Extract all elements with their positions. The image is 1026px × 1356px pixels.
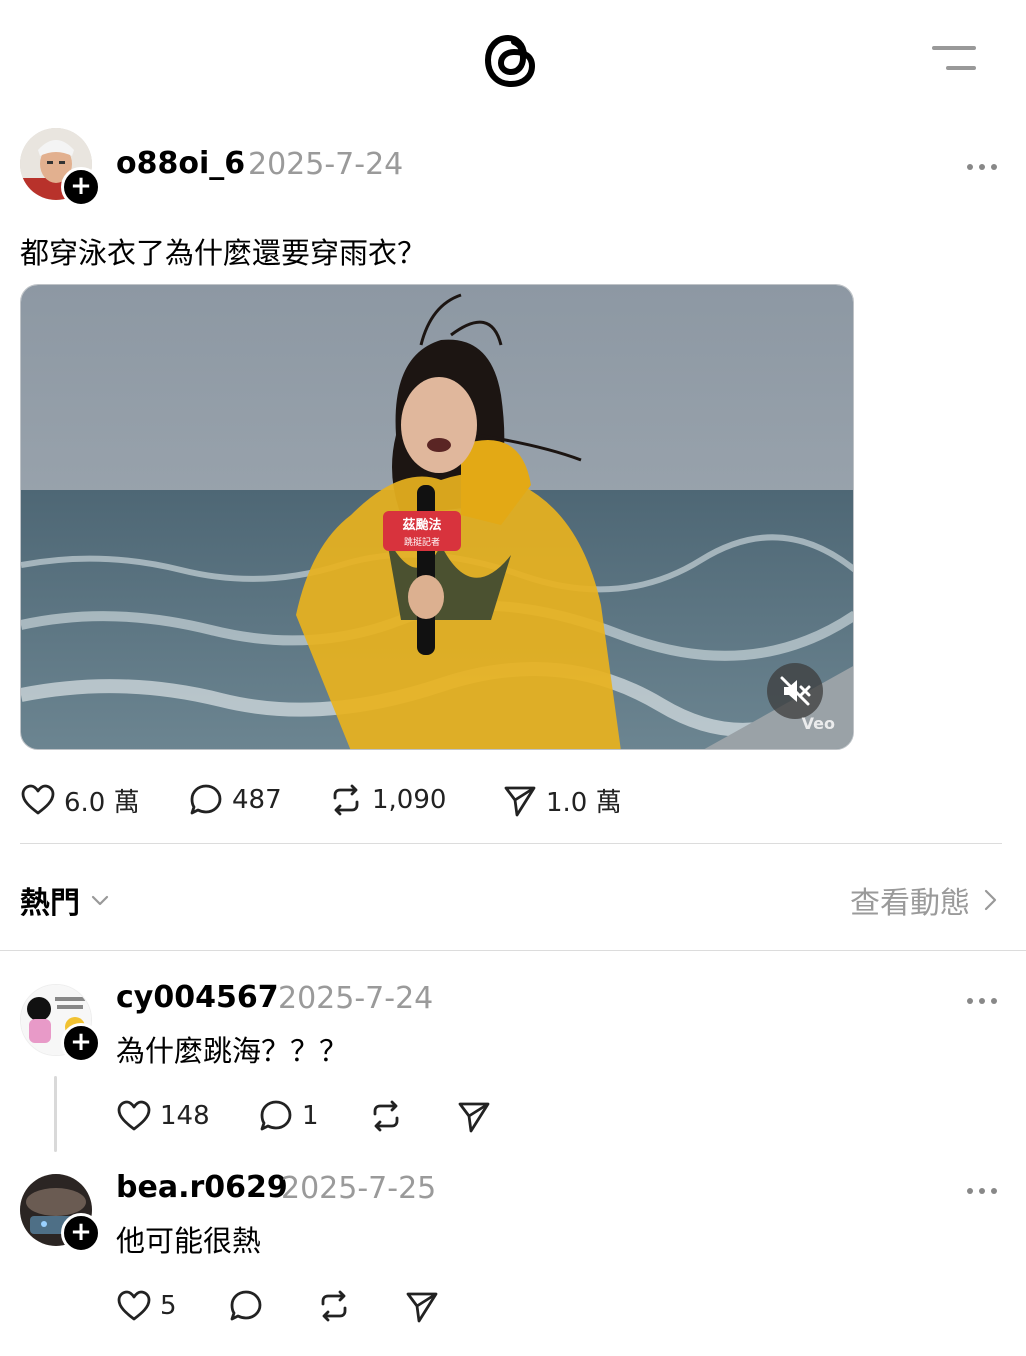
- repost-button[interactable]: [316, 1286, 352, 1326]
- share-button[interactable]: [404, 1286, 440, 1326]
- repost-button[interactable]: [368, 1096, 404, 1136]
- comment-icon: [190, 784, 222, 815]
- mute-button[interactable]: [767, 663, 823, 719]
- divider: [20, 843, 1002, 844]
- more-options-icon[interactable]: [962, 992, 1002, 1004]
- send-icon: [406, 1292, 438, 1323]
- share-button[interactable]: 1.0 萬: [502, 780, 622, 820]
- reply-username[interactable]: bea.r0629: [116, 1170, 288, 1205]
- comment-icon: [260, 1100, 292, 1131]
- share-button[interactable]: [456, 1096, 492, 1136]
- more-options-icon[interactable]: [962, 1182, 1002, 1194]
- reply-text: 他可能很熱: [116, 1224, 262, 1258]
- chevron-right-icon: [984, 889, 997, 911]
- share-count: 1.0 萬: [546, 787, 622, 818]
- like-button[interactable]: 148: [116, 1096, 210, 1136]
- like-count: 5: [160, 1291, 177, 1321]
- post-video[interactable]: 茲颱法 跳挺記者 Veo: [20, 284, 854, 750]
- comment-count: 1: [302, 1101, 319, 1131]
- reply-text: 為什麼跳海？？？: [116, 1034, 349, 1068]
- thread-line: [54, 1076, 57, 1152]
- reply-username[interactable]: cy004567: [116, 980, 279, 1015]
- video-watermark: Veo: [801, 714, 835, 733]
- like-button[interactable]: 5: [116, 1286, 177, 1326]
- heart-icon: [117, 1290, 151, 1321]
- send-icon: [458, 1102, 490, 1133]
- comment-button[interactable]: 487: [188, 780, 282, 820]
- repost-icon: [321, 1290, 347, 1322]
- divider: [0, 950, 1026, 951]
- volume-muted-icon: [780, 676, 811, 706]
- menu-icon[interactable]: [928, 44, 980, 74]
- view-activity-link[interactable]: 查看動態: [850, 878, 1002, 922]
- post-username[interactable]: o88oi_6: [116, 146, 245, 181]
- sort-label: 熱門: [20, 886, 80, 921]
- heart-icon: [117, 1100, 151, 1131]
- repost-count: 1,090: [372, 785, 447, 815]
- chevron-down-icon: [91, 895, 109, 906]
- heart-icon: [21, 784, 55, 815]
- follow-plus-icon[interactable]: +: [61, 167, 101, 207]
- comment-icon: [230, 1290, 262, 1321]
- repost-icon: [333, 784, 359, 816]
- send-icon: [504, 786, 536, 817]
- repost-icon: [373, 1100, 399, 1132]
- follow-plus-icon[interactable]: +: [61, 1213, 101, 1253]
- sort-dropdown[interactable]: 熱門: [20, 878, 112, 922]
- comment-button[interactable]: 1: [258, 1096, 319, 1136]
- like-count: 6.0 萬: [64, 787, 140, 818]
- comment-button[interactable]: [228, 1286, 264, 1326]
- like-count: 148: [160, 1101, 210, 1131]
- follow-plus-icon[interactable]: +: [61, 1023, 101, 1063]
- repost-button[interactable]: 1,090: [328, 780, 446, 820]
- like-button[interactable]: 6.0 萬: [20, 780, 140, 820]
- post-date: 2025-7-24: [248, 147, 404, 182]
- more-options-icon[interactable]: [962, 158, 1002, 170]
- mic-label-bottom: 跳挺記者: [404, 536, 440, 548]
- reply-date: 2025-7-24: [278, 981, 434, 1016]
- comment-count: 487: [232, 785, 282, 815]
- mic-label-top: 茲颱法: [402, 517, 441, 533]
- view-activity-label: 查看動態: [850, 886, 970, 921]
- threads-logo-icon[interactable]: [480, 26, 542, 94]
- post-text: 都穿泳衣了為什麼還要穿雨衣？: [20, 236, 427, 270]
- reply-date: 2025-7-25: [281, 1171, 437, 1206]
